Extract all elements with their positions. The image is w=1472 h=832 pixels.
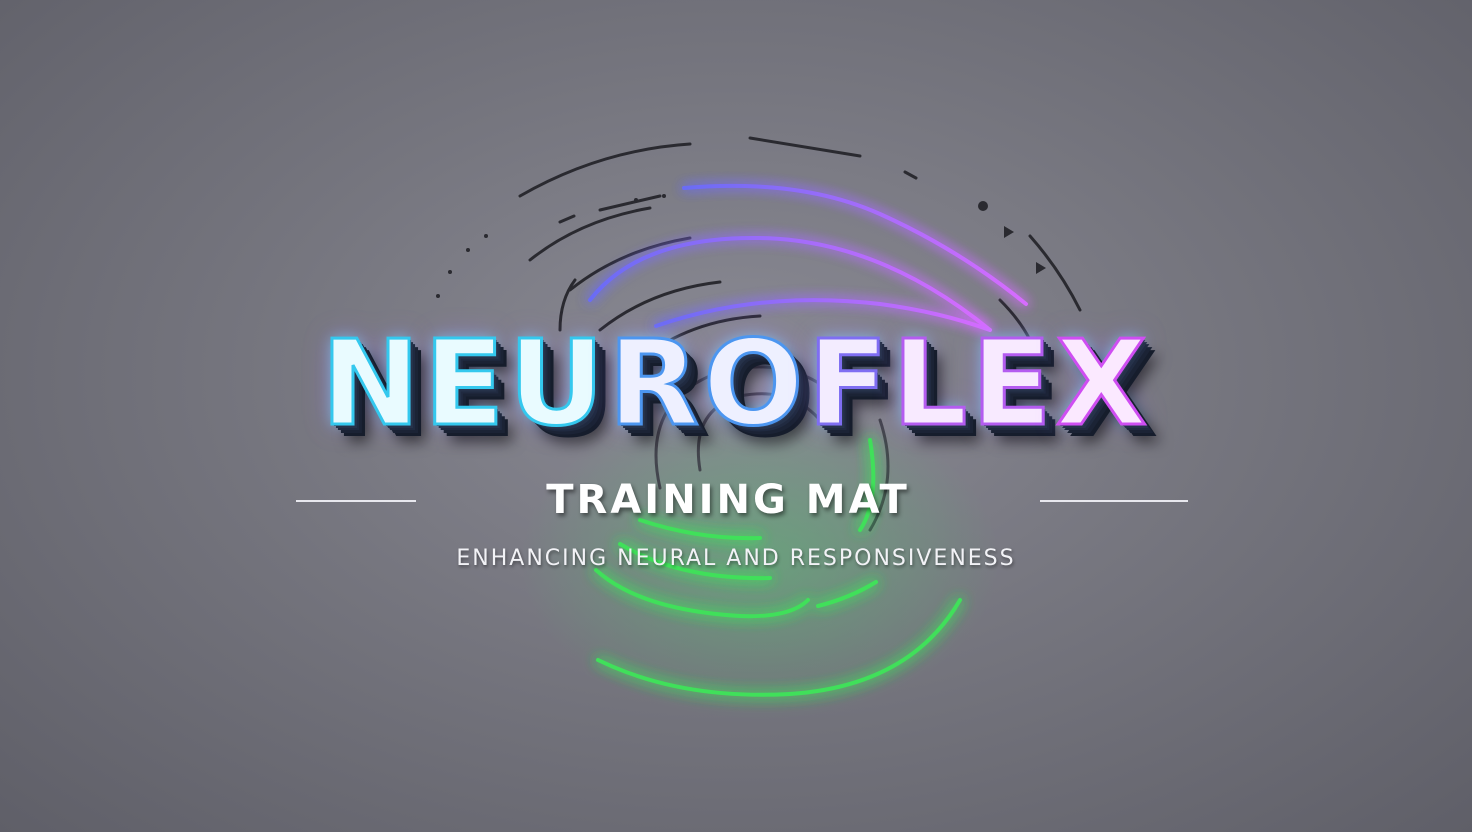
brand-part-4: LE [891,314,1056,452]
violet-arcs [588,183,1028,332]
brand-wordmark: NEUROFLEX [0,317,1472,450]
logo-canvas: NEUROFLEX TRAINING MAT ENHANCING NEURAL … [0,0,1472,832]
subtitle-row: TRAINING MAT [0,474,1472,526]
divider-left [296,500,416,502]
divider-right [1040,500,1188,502]
brand-part-2: RO [607,314,808,452]
tagline: ENHANCING NEURAL AND RESPONSIVENESS [456,546,1016,571]
brand-part-5: X [1054,314,1151,452]
dark-dots [436,194,1046,298]
subtitle: TRAINING MAT [546,477,910,523]
brand-part-3: F [806,314,893,452]
brand-part-1: NEU [320,314,609,452]
